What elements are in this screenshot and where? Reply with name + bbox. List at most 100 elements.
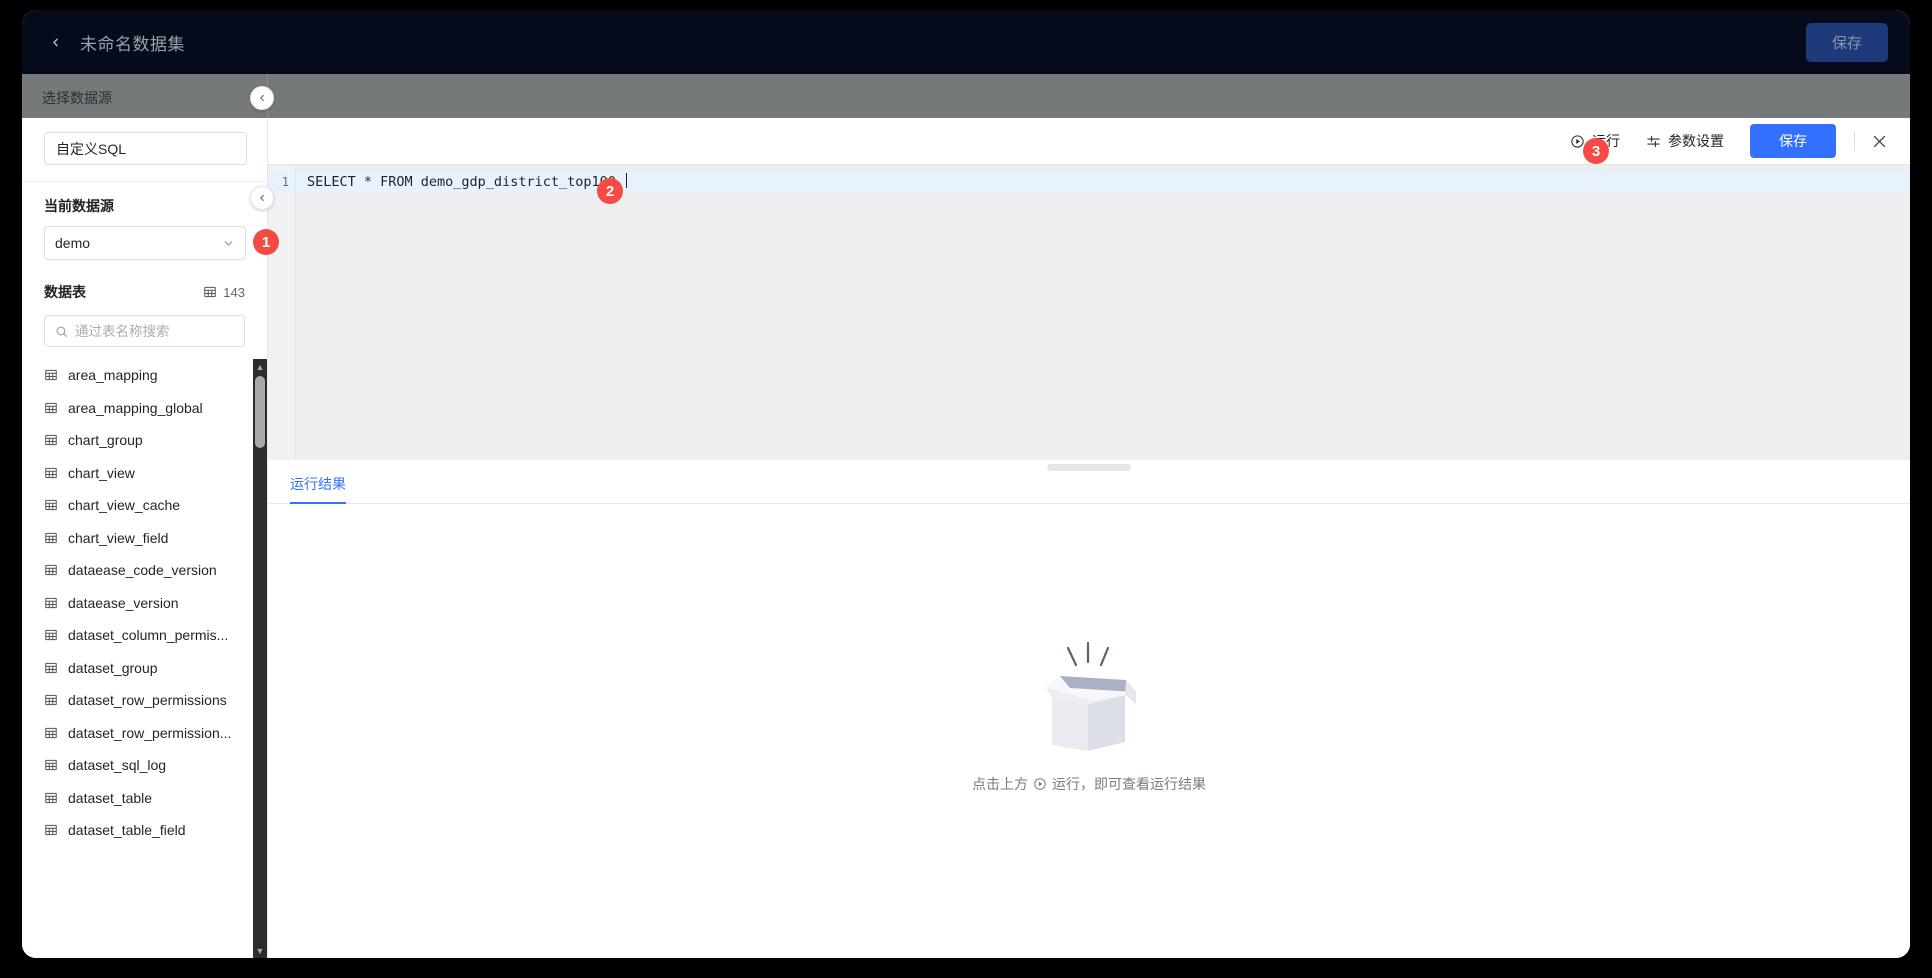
table-list-item[interactable]: dataease_code_version [22,554,267,587]
tables-count: 143 [223,284,245,300]
table-name: area_mapping_global [68,399,203,416]
results-empty-state: 点击上方 运行，即可查看运行结果 [268,504,1910,958]
editor-line-1[interactable]: SELECT * FROM demo_gdp_district_top100 [296,171,1910,193]
search-row [22,302,267,347]
datasource-section: 当前数据源 demo [22,182,267,260]
table-name: chart_view_cache [68,497,181,514]
caret-up-icon[interactable]: ▲ [253,359,267,374]
scrollbar-thumb[interactable] [255,376,265,448]
editor-gutter: 1 [268,165,296,460]
page-title: 未命名数据集 [80,34,185,54]
editor-resize-handle[interactable] [1047,464,1131,471]
app-window: 未命名数据集 保存 选择数据源 当前数据源 demo [22,10,1910,958]
table-name: dataset_row_permission... [68,724,232,741]
step-badge-3: 3 [1583,138,1609,164]
datasource-selected-value: demo [55,235,91,251]
table-list-item[interactable]: dataset_group [22,652,267,685]
table-icon [44,401,58,415]
datasource-select[interactable]: demo [44,226,246,260]
tables-count-group: 143 [203,285,245,300]
table-list-item[interactable]: area_mapping [22,359,267,392]
table-list-item[interactable]: area_mapping_global [22,392,267,425]
table-list-item[interactable]: dataset_row_permissions [22,684,267,717]
table-icon [44,661,58,675]
back-chevron-icon[interactable] [44,31,66,53]
table-name: chart_view_field [68,529,169,546]
tables-label: 数据表 [44,284,86,300]
table-list[interactable]: area_mapping area_mapping_global chart_gro… [22,359,267,958]
play-circle-icon [1033,777,1047,791]
step-badge-2: 2 [597,178,623,204]
datasource-label: 当前数据源 [44,198,114,214]
tables-header: 数据表 143 [22,260,267,302]
table-name: dataset_row_permissions [68,692,227,709]
sql-name-input[interactable] [44,132,247,165]
search-input[interactable] [75,323,234,339]
table-list-item[interactable]: chart_view [22,457,267,490]
table-list-item[interactable]: chart_view_cache [22,489,267,522]
table-list-item[interactable]: dataset_column_permis... [22,619,267,652]
table-name: dataset_column_permis... [68,627,229,644]
sql-name-row [22,118,267,182]
params-settings-button[interactable]: 参数设置 [1646,131,1724,151]
empty-text-before: 点击上方 [972,776,1028,792]
chevron-down-icon [222,237,235,250]
sql-panel: 运行 参数设置 保存 1 SELECT * FROM demo_gdp_dist… [268,118,1910,958]
table-icon [44,531,58,545]
close-icon[interactable] [1871,133,1888,150]
table-icon [44,433,58,447]
table-name: chart_view [68,464,135,481]
table-list-item[interactable]: dataset_table [22,782,267,815]
table-icon [44,596,58,610]
table-icon [44,823,58,837]
table-icon [44,628,58,642]
sidebar: 当前数据源 demo 数据表 143 [22,118,268,958]
table-name: dataset_table [68,789,153,806]
table-list-item[interactable]: dataset_table_field [22,814,267,847]
table-list-scrollbar[interactable]: ▲ ▼ [253,359,267,958]
top-header: 未命名数据集 保存 [22,10,1910,74]
table-list-item[interactable]: chart_view_field [22,522,267,555]
search-box[interactable] [44,315,245,347]
text-caret [625,173,627,188]
table-name: dataease_code_version [68,562,217,579]
table-list-item[interactable]: chart_group [22,424,267,457]
sql-editor[interactable]: 1 SELECT * FROM demo_gdp_district_top100 [268,164,1910,471]
table-icon [44,563,58,577]
select-datasource-label: 选择数据源 [42,90,112,106]
table-icon [44,466,58,480]
table-list-item[interactable]: dataease_version [22,587,267,620]
sliders-icon [1646,134,1661,149]
sql-save-button[interactable]: 保存 [1750,124,1836,158]
step-badge-1: 1 [253,229,279,255]
caret-down-icon[interactable]: ▼ [253,943,267,958]
table-name: dataease_version [68,594,179,611]
tab-run-result[interactable]: 运行结果 [290,474,346,504]
table-name: dataset_group [68,659,158,676]
table-icon [44,726,58,740]
table-name: chart_group [68,432,143,449]
params-label: 参数设置 [1668,133,1724,149]
empty-text-after: 运行，即可查看运行结果 [1052,776,1206,792]
collapse-panel-button-middle[interactable] [250,186,274,210]
toolbar-divider [1854,131,1855,151]
table-list-item[interactable]: dataset_sql_log [22,749,267,782]
main-body: 当前数据源 demo 数据表 143 [22,118,1910,958]
editor-code-area[interactable]: SELECT * FROM demo_gdp_district_top100 [296,165,1910,460]
empty-box-icon [1024,638,1154,758]
table-icon [44,693,58,707]
table-icon [44,758,58,772]
table-name: dataset_table_field [68,822,186,839]
table-name: dataset_sql_log [68,757,167,774]
results-panel: 运行结果 点击上方 运行，即可查看运行结果 [268,460,1910,958]
sql-toolbar: 运行 参数设置 保存 [268,118,1910,164]
header-save-button[interactable]: 保存 [1805,22,1888,62]
collapse-panel-button-top[interactable] [250,86,274,110]
backdrop-strip [22,74,1910,118]
table-icon [203,285,217,299]
table-icon [44,791,58,805]
table-icon [44,368,58,382]
table-list-item[interactable]: dataset_row_permission... [22,717,267,750]
line-number: 1 [268,171,295,193]
search-icon [55,325,68,338]
